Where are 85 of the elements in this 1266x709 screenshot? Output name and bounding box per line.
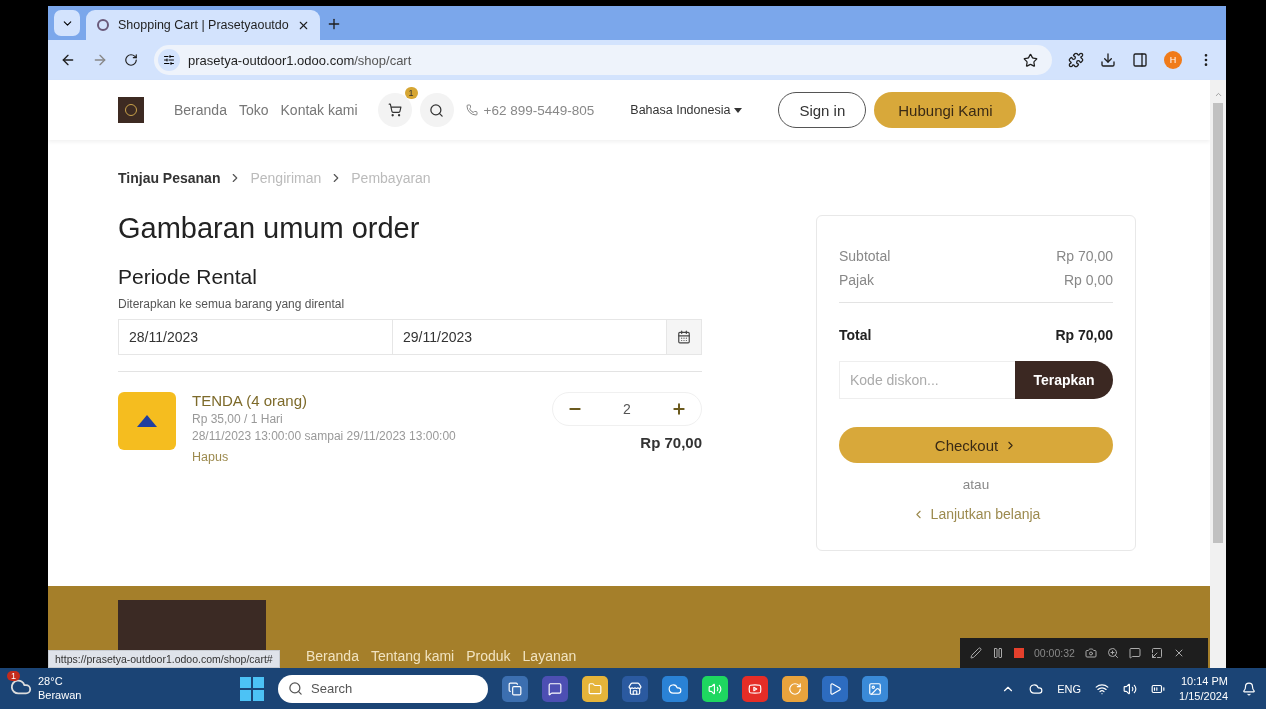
remove-link[interactable]: Hapus [192, 450, 536, 464]
page-heading: Gambaran umum order [118, 212, 421, 245]
weather-condition: Berawan [38, 688, 82, 703]
logo [118, 97, 144, 123]
taskbar-search[interactable]: Search [278, 674, 488, 703]
quantity-field[interactable]: 2 [612, 400, 642, 418]
discount-code-field[interactable]: Kode diskon... [839, 361, 1015, 399]
puzzle-icon[interactable] [1068, 52, 1084, 68]
search-button[interactable] [419, 93, 454, 127]
breadcrumb-step[interactable]: Tinjau Pesanan [118, 170, 221, 186]
comment-icon[interactable] [1128, 647, 1141, 659]
download-icon[interactable] [1100, 52, 1116, 68]
store-icon[interactable] [622, 675, 648, 702]
summary-label: Subtotal [839, 248, 891, 264]
continue-shopping-link[interactable]: Lanjutkan belanja [911, 506, 1041, 522]
volume-icon[interactable] [1123, 681, 1138, 696]
tab-title: Shopping Cart | Prasetyaoutdo [118, 18, 289, 32]
recording-timer: 00:00:32 [1034, 647, 1075, 659]
start-button[interactable] [240, 676, 264, 701]
summary-value: Rp 70,00 [1055, 327, 1113, 343]
forward-icon[interactable] [92, 52, 108, 68]
app-icon[interactable] [502, 675, 528, 702]
summary-value: Rp 0,00 [1063, 272, 1113, 288]
scrollbar[interactable] [1210, 80, 1226, 668]
plus-icon[interactable] [671, 401, 687, 417]
pause-icon[interactable] [992, 647, 1004, 659]
sign-in-button[interactable]: Sign in [778, 92, 867, 128]
notification-icon[interactable] [1242, 681, 1256, 696]
apply-button[interactable]: Terapkan [1015, 361, 1113, 399]
zoom-icon[interactable] [1106, 647, 1119, 659]
back-icon[interactable] [60, 52, 76, 68]
star-icon[interactable] [1023, 52, 1038, 68]
clock[interactable]: 10:14 PM 1/15/2024 [1179, 674, 1228, 703]
calendar-button[interactable] [666, 319, 702, 355]
minimize-icon[interactable] [1150, 647, 1163, 659]
phone-number: +62 899-5449-805 [483, 102, 595, 118]
summary-value: Rp 70,00 [1056, 248, 1113, 264]
notification-badge: 1 [7, 670, 20, 681]
cloud-icon[interactable] [1029, 681, 1044, 696]
pen-icon[interactable] [970, 647, 982, 659]
rental-period: 28/11/2023 13:00:00 sampai 29/11/2023 13:00:00 [192, 429, 457, 443]
calendar-icon [677, 330, 691, 344]
camera-icon[interactable] [1084, 647, 1097, 659]
video-app-icon[interactable] [742, 675, 768, 702]
or-text: atau [961, 477, 991, 492]
product-name[interactable]: TENDA (4 orang) [192, 392, 536, 409]
url-text: prasetya-outdoor1.odoo.com/shop/cart [188, 52, 413, 68]
product-thumbnail [118, 392, 176, 450]
media-player-icon[interactable] [822, 675, 848, 702]
tab-list-button[interactable] [54, 10, 80, 36]
site-info-icon[interactable] [158, 49, 180, 71]
line-total: Rp 70,00 [640, 434, 702, 451]
hint-text: Diterapkan ke semua barang yang dirental [118, 297, 346, 311]
temperature: 28°C [38, 674, 64, 689]
start-date-field[interactable]: 28/11/2023 [118, 319, 392, 355]
summary-label: Pajak [839, 272, 875, 288]
scroll-up-icon [1213, 90, 1223, 99]
search-icon [288, 681, 303, 696]
checkout-button[interactable]: Checkout [839, 427, 1113, 463]
search-placeholder: Search [311, 681, 353, 696]
contact-button[interactable]: Hubungi Kami [874, 92, 1017, 128]
app-icon[interactable] [542, 675, 568, 702]
language-dropdown[interactable]: Bahasa Indonesia [624, 102, 749, 118]
search-icon [429, 102, 445, 118]
browser-tab[interactable]: Shopping Cart | Prasetyaoutdo [86, 10, 320, 40]
wifi-icon[interactable] [1095, 681, 1110, 696]
input-language[interactable]: ENG [1057, 682, 1082, 695]
cloud-icon[interactable] [662, 675, 688, 702]
unit-price: Rp 35,00 / 1 Hari [192, 412, 284, 426]
reload-icon[interactable] [124, 53, 138, 67]
nav-link[interactable]: Beranda [174, 102, 227, 118]
phone-icon [465, 104, 478, 116]
section-heading: Periode Rental [118, 265, 258, 289]
nav-link[interactable]: Toko [238, 102, 269, 118]
status-url: https://prasetya-outdoor1.odoo.com/shop/cart# [48, 650, 280, 668]
photos-icon[interactable] [862, 675, 888, 702]
address-bar[interactable]: prasetya-outdoor1.odoo.com/shop/cart [154, 45, 1052, 75]
cart-icon [387, 103, 402, 117]
caret-icon [734, 107, 743, 113]
folder-icon[interactable] [582, 675, 608, 702]
cart-count-badge: 1 [404, 87, 418, 99]
end-date-field[interactable]: 29/11/2023 [392, 319, 666, 355]
nav-link[interactable]: Kontak kami [280, 102, 358, 118]
summary-label: Total [839, 327, 872, 343]
side-panel-icon[interactable] [1132, 52, 1148, 68]
